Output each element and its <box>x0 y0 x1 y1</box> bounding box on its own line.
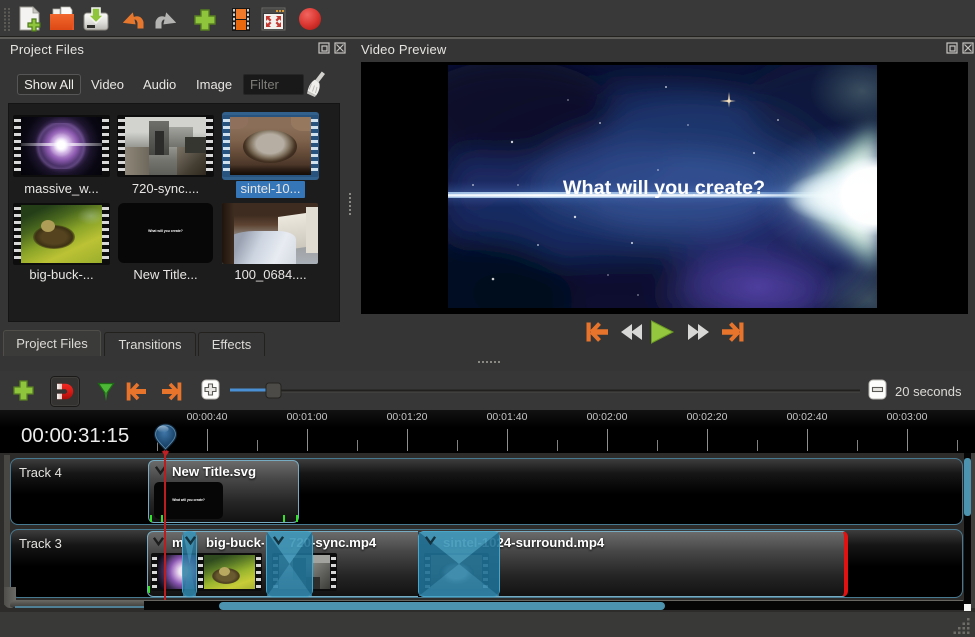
svg-text:What will you create?: What will you create? <box>563 177 765 199</box>
